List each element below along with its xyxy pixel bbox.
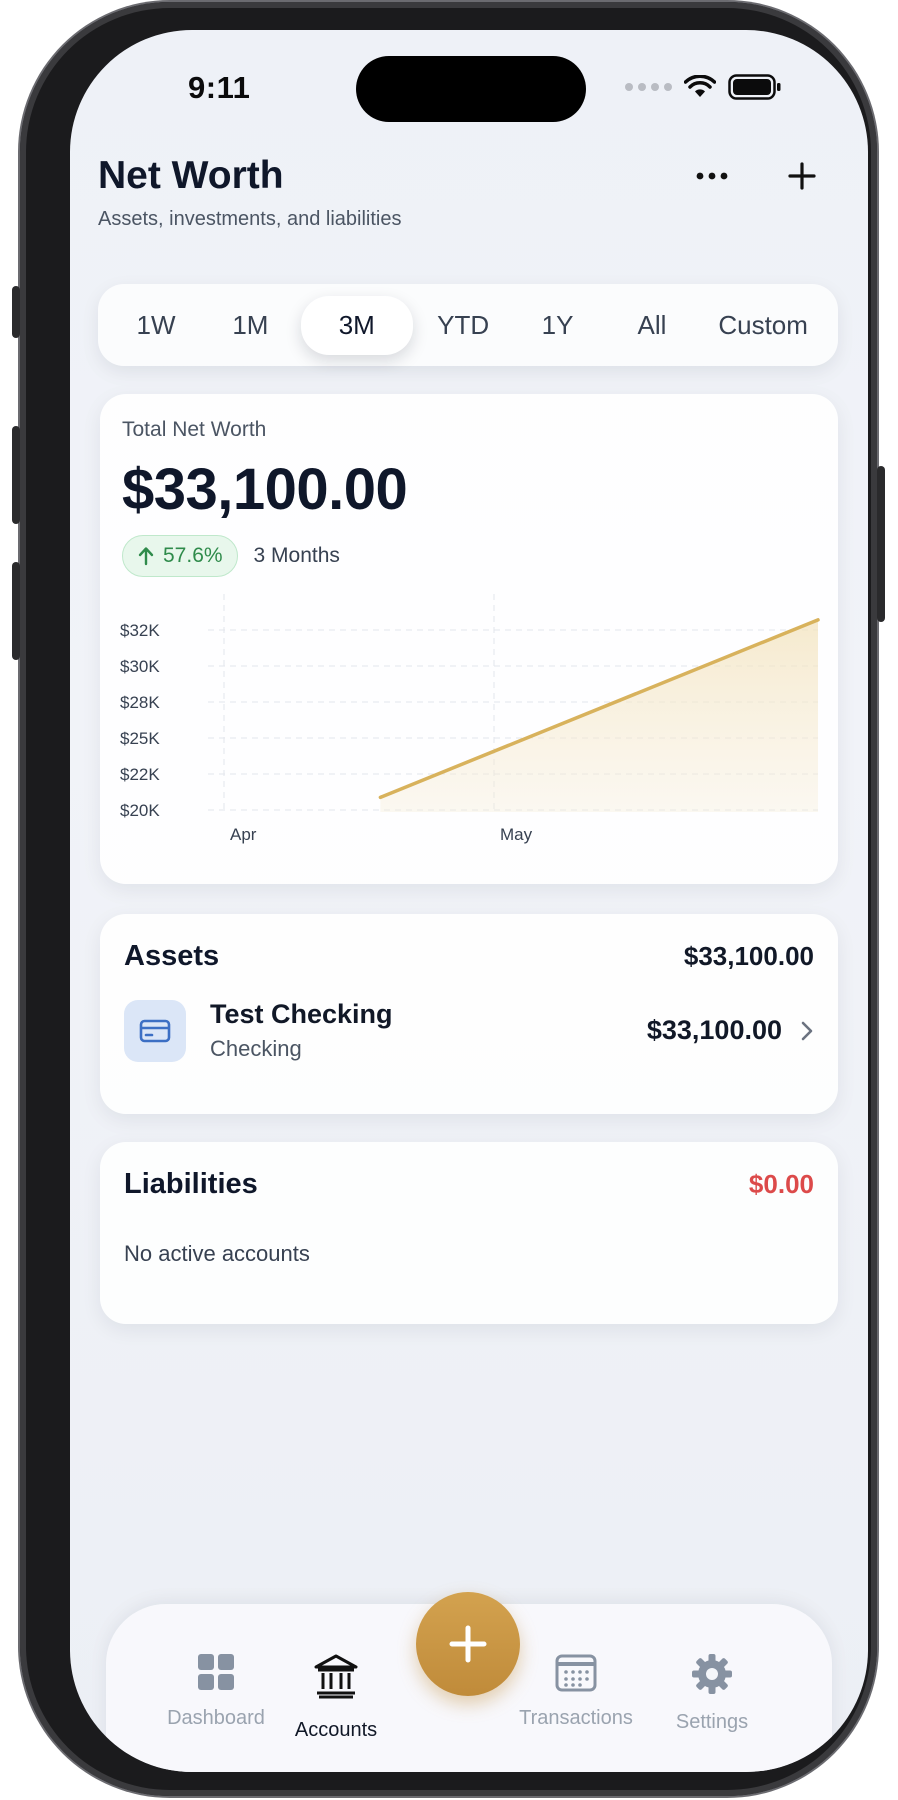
- change-row: 57.6% 3 Months: [122, 535, 816, 577]
- mute-switch: [12, 286, 20, 338]
- chevron-right-icon: [801, 1021, 813, 1040]
- power-button: [877, 466, 885, 622]
- chart-x-tick-label: Apr: [230, 825, 257, 844]
- account-balance: $33,100.00: [646, 1015, 782, 1045]
- tab-transactions[interactable]: Transactions: [506, 1652, 646, 1730]
- plus-icon: [449, 1625, 487, 1663]
- chart-x-tick-label: May: [500, 825, 533, 844]
- calendar-icon: [555, 1654, 597, 1692]
- liabilities-total: $0.00: [748, 1169, 814, 1199]
- account-name: Test Checking: [210, 999, 393, 1029]
- grid-icon: [198, 1654, 234, 1690]
- volume-down-button: [12, 562, 20, 660]
- assets-total: $33,100.00: [683, 941, 814, 971]
- range-tab-3m[interactable]: 3M: [300, 295, 413, 355]
- assets-header: Assets $33,100.00: [124, 940, 814, 973]
- change-badge: 57.6%: [122, 535, 238, 577]
- chart-y-tick-label: $32K: [120, 621, 160, 640]
- dynamic-island: [356, 56, 586, 122]
- range-tab-all[interactable]: All: [608, 296, 696, 355]
- volume-up-button: [12, 426, 20, 524]
- add-account-button[interactable]: [780, 154, 824, 198]
- range-tab-ytd[interactable]: YTD: [419, 296, 507, 355]
- plus-icon: [788, 162, 816, 190]
- chart-y-tick-label: $20K: [120, 801, 160, 820]
- wifi-icon: [684, 75, 716, 97]
- change-percent: 57.6%: [163, 544, 223, 567]
- liabilities-header: Liabilities $0.00: [124, 1168, 814, 1201]
- chart-y-tick-label: $22K: [120, 765, 160, 784]
- tab-label-transactions: Transactions: [519, 1707, 633, 1729]
- status-time: 9:11: [188, 70, 251, 105]
- chart-area: [380, 619, 818, 812]
- page-header: Net Worth Assets, investments, and liabi…: [98, 154, 840, 231]
- battery-icon: [728, 74, 781, 100]
- status-icons: [625, 74, 782, 100]
- chart-y-tick-label: $25K: [120, 729, 160, 748]
- net-worth-card: Total Net Worth $33,100.00 57.6% 3 Month…: [100, 394, 838, 884]
- range-tab-1w[interactable]: 1W: [112, 296, 200, 355]
- account-type: Checking: [210, 1036, 302, 1061]
- net-worth-chart: $32K $30K $28K $25K $22K $20K Apr May: [120, 594, 820, 844]
- net-worth-label: Total Net Worth: [122, 418, 267, 441]
- chart-y-tick-label: $28K: [120, 693, 160, 712]
- assets-card: Assets $33,100.00 Test Checking Checking…: [100, 914, 838, 1114]
- tab-label-dashboard: Dashboard: [167, 1707, 265, 1729]
- net-worth-value: $33,100.00: [122, 457, 408, 522]
- arrow-up-icon: [138, 547, 154, 566]
- bank-icon: [314, 1654, 358, 1699]
- account-row-test-checking[interactable]: Test Checking Checking $33,100.00: [124, 999, 814, 1062]
- range-tab-custom[interactable]: Custom: [702, 296, 824, 355]
- liabilities-empty-text: No active accounts: [124, 1241, 310, 1266]
- phone-frame: 9:11 Net Worth Assets, investments, and …: [12, 2, 885, 1796]
- tab-label-accounts: Accounts: [294, 1719, 378, 1741]
- tab-bar: Dashboard Accounts Transactions Settings: [106, 1592, 832, 1772]
- credit-card-icon: [139, 1019, 171, 1042]
- tab-settings[interactable]: Settings: [642, 1652, 782, 1734]
- tab-label-settings: Settings: [675, 1711, 749, 1733]
- cellular-signal-icon: [625, 83, 672, 91]
- liabilities-title: Liabilities: [124, 1168, 258, 1200]
- change-period: 3 Months: [253, 544, 340, 567]
- range-selector: 1W 1M 3M YTD 1Y All Custom: [98, 284, 838, 366]
- page-subtitle: Assets, investments, and liabilities: [98, 208, 402, 230]
- account-text: Test Checking Checking: [210, 999, 647, 1062]
- ellipsis-icon: [696, 172, 728, 180]
- header-actions: [690, 154, 824, 198]
- screen: 9:11 Net Worth Assets, investments, and …: [70, 30, 868, 1772]
- account-icon: [124, 999, 186, 1062]
- assets-title: Assets: [124, 940, 220, 972]
- liabilities-card: Liabilities $0.00 No active accounts: [100, 1142, 838, 1324]
- range-tab-1y[interactable]: 1Y: [514, 296, 602, 355]
- tab-dashboard[interactable]: Dashboard: [146, 1652, 286, 1730]
- more-button[interactable]: [690, 154, 734, 198]
- gear-icon: [692, 1654, 732, 1694]
- tab-accounts[interactable]: Accounts: [266, 1652, 406, 1742]
- add-transaction-button[interactable]: [416, 1592, 520, 1696]
- range-tab-1m[interactable]: 1M: [206, 296, 294, 355]
- chart-y-tick-label: $30K: [120, 657, 160, 676]
